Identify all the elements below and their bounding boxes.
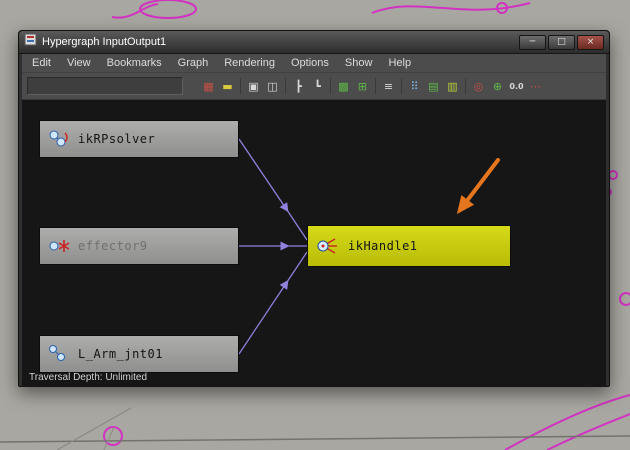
node-ikHandle1[interactable]: ikHandle1 (307, 225, 511, 267)
layout-tree-icon[interactable]: ┗ (308, 76, 327, 96)
node-label: ikRPsolver (78, 132, 156, 146)
layout-hierarchy-icon[interactable]: ┣ (289, 76, 308, 96)
toolbar: ▦ ▬ ▣ ◫ ┣ ┗ ▩ ⊞ ≡ ⠿ ▤ ▥ ◎ ⊕ 0.0 ⋯ (22, 73, 606, 100)
window-title: Hypergraph InputOutput1 (42, 36, 167, 48)
maximize-button[interactable]: □ (548, 34, 575, 50)
toolbar-separator (240, 78, 241, 94)
layout-automatic-icon[interactable]: ▥ (443, 76, 462, 96)
menu-options[interactable]: Options (283, 57, 337, 69)
node-label: L_Arm_jnt01 (78, 347, 163, 361)
effector-icon (47, 236, 71, 256)
menu-rendering[interactable]: Rendering (216, 57, 283, 69)
toggle-shapes-icon[interactable]: ▬ (218, 76, 237, 96)
graph-downstream-icon[interactable]: ⊞ (353, 76, 372, 96)
menu-show[interactable]: Show (337, 57, 381, 69)
menu-bookmarks[interactable]: Bookmarks (99, 57, 170, 69)
frame-selection-icon[interactable]: ◫ (263, 76, 282, 96)
node-label: ikHandle1 (348, 239, 418, 253)
titlebar[interactable]: Hypergraph InputOutput1 ─ □ × (19, 31, 609, 54)
toolbar-separator (285, 78, 286, 94)
toolbar-separator (330, 78, 331, 94)
layout-freeform-icon[interactable]: ▤ (424, 76, 443, 96)
graph-upstream-icon[interactable]: ▩ (334, 76, 353, 96)
list-view-icon[interactable]: ≡ (379, 76, 398, 96)
annotation-arrow (456, 158, 500, 215)
menu-help[interactable]: Help (380, 57, 419, 69)
close-button[interactable]: × (577, 34, 604, 50)
toolbar-separator (401, 78, 402, 94)
menu-graph[interactable]: Graph (170, 57, 217, 69)
menu-bar: Edit View Bookmarks Graph Rendering Opti… (22, 54, 606, 73)
ik-handle-icon (315, 236, 341, 256)
toolbar-separator (375, 78, 376, 94)
window-controls: ─ □ × (519, 34, 604, 50)
minimize-button[interactable]: ─ (519, 34, 546, 50)
graph-canvas[interactable]: ikRPsolver effector9 L_Arm_jnt01 ikHandl… (22, 100, 606, 387)
options-dots-icon[interactable]: ⋯ (526, 76, 545, 96)
ik-solver-icon (47, 129, 71, 149)
joint-icon (47, 344, 71, 364)
app-icon (24, 33, 37, 51)
precision-display-icon[interactable]: 0.0 (507, 76, 526, 96)
menu-view[interactable]: View (59, 57, 99, 69)
menu-edit[interactable]: Edit (24, 57, 59, 69)
node-ikRPsolver[interactable]: ikRPsolver (39, 120, 239, 158)
node-effector9[interactable]: effector9 (39, 227, 239, 265)
desktop: Hypergraph InputOutput1 ─ □ × Edit View … (0, 0, 630, 450)
toggle-connectivity-icon[interactable]: ▦ (199, 76, 218, 96)
target-icon[interactable]: ◎ (469, 76, 488, 96)
status-text: Traversal Depth: Unlimited (29, 372, 148, 383)
show-dots-icon[interactable]: ⠿ (405, 76, 424, 96)
search-input[interactable] (27, 77, 183, 95)
frame-all-icon[interactable]: ▣ (244, 76, 263, 96)
toolbar-separator (465, 78, 466, 94)
node-L_Arm_jnt01[interactable]: L_Arm_jnt01 (39, 335, 239, 373)
node-label: effector9 (78, 239, 148, 253)
grid-crosshair-icon[interactable]: ⊕ (488, 76, 507, 96)
hypergraph-window: Hypergraph InputOutput1 ─ □ × Edit View … (18, 30, 610, 387)
